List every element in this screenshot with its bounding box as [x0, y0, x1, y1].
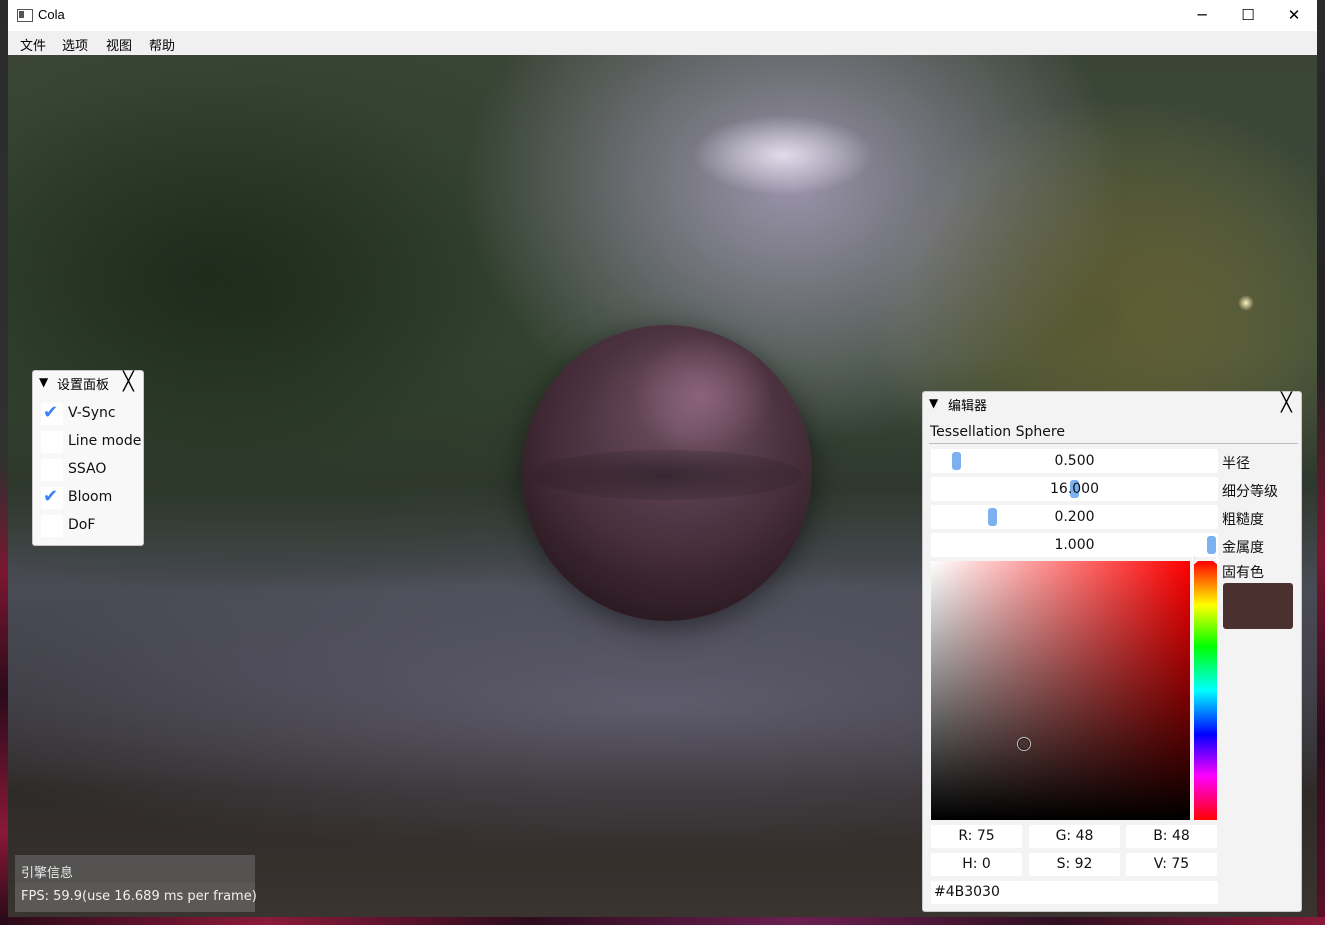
roughness-slider[interactable]: 0.200 [931, 505, 1218, 529]
menu-file[interactable]: 文件 [20, 35, 46, 54]
radius-slider[interactable]: 0.500 [931, 449, 1218, 473]
slider-value: 1.000 [1054, 537, 1095, 553]
checkbox-box[interactable]: ✔ [41, 431, 63, 453]
checkbox-box[interactable]: ✔ [41, 486, 63, 509]
checkbox-box[interactable]: ✔ [41, 515, 63, 537]
checkbox-box[interactable]: ✔ [41, 402, 63, 425]
saturation-value-picker[interactable] [931, 561, 1190, 820]
tessellation-level-label: 细分等级 [1222, 484, 1278, 500]
blue-value: B: 48 [1153, 828, 1190, 844]
menu-view[interactable]: 视图 [106, 35, 132, 54]
albedo-color-label: 固有色 [1222, 565, 1264, 581]
desktop-background-left [0, 0, 8, 925]
settings-panel-header[interactable]: ▼ 设置面板 ╳ [33, 371, 143, 395]
settings-panel-title: 设置面板 [57, 378, 110, 393]
metallic-slider[interactable]: 1.000 [931, 533, 1218, 557]
saturation-value: S: 92 [1056, 856, 1093, 872]
value-value: V: 75 [1153, 856, 1190, 872]
editor-panel: ▼ 编辑器 ╳ Tessellation Sphere 0.500 半径 16.… [922, 391, 1302, 912]
close-icon[interactable]: ╳ [1281, 394, 1292, 412]
close-window-button[interactable]: ✕ [1271, 0, 1317, 31]
saturation-input[interactable]: S: 92 [1029, 853, 1120, 876]
divider [929, 443, 1298, 444]
value-input[interactable]: V: 75 [1126, 853, 1217, 876]
mouse-pointer-icon [1193, 555, 1198, 564]
checkbox-label: SSAO [68, 461, 107, 477]
hue-input[interactable]: H: 0 [931, 853, 1022, 876]
hex-value: #4B3030 [934, 884, 1000, 900]
engine-info-body: FPS: 59.9(use 16.689 ms per frame) [15, 883, 257, 912]
menu-options[interactable]: 选项 [62, 35, 88, 54]
editor-panel-header[interactable]: ▼ 编辑器 ╳ [923, 392, 1301, 416]
settings-panel: ▼ 设置面板 ╳ ✔ V-Sync ✔ Line mode ✔ SSAO ✔ B… [32, 370, 144, 546]
roughness-label: 粗糙度 [1222, 512, 1264, 528]
editor-panel-title: 编辑器 [948, 399, 988, 414]
blue-input[interactable]: B: 48 [1126, 825, 1217, 848]
green-input[interactable]: G: 48 [1029, 825, 1120, 848]
checkmark-icon: ✔ [43, 402, 59, 423]
tessellation-level-slider[interactable]: 16.000 [931, 477, 1218, 501]
radius-label: 半径 [1222, 456, 1250, 472]
color-swatch[interactable] [1223, 583, 1293, 629]
menu-bar: 文件 选项 视图 帮助 [8, 31, 1317, 56]
minimize-button[interactable]: ─ [1179, 0, 1225, 31]
checkbox-label: DoF [68, 517, 96, 533]
menu-help[interactable]: 帮助 [149, 35, 175, 54]
collapse-arrow-icon[interactable]: ▼ [929, 396, 938, 410]
title-bar[interactable]: Cola ─ ☐ ✕ [8, 0, 1317, 31]
close-icon[interactable]: ╳ [123, 373, 134, 391]
object-name: Tessellation Sphere [930, 424, 1065, 440]
sphere-reflection [532, 450, 802, 500]
checkbox-box[interactable]: ✔ [41, 459, 63, 481]
red-value: R: 75 [958, 828, 995, 844]
engine-info-panel: 引擎信息 FPS: 59.9(use 16.689 ms per frame) [15, 855, 257, 912]
slider-value: 16.000 [1050, 481, 1099, 497]
green-value: G: 48 [1055, 828, 1094, 844]
checkbox-label: Bloom [68, 489, 113, 505]
fps-readout: FPS: 59.9(use 16.689 ms per frame) [21, 889, 257, 904]
checkmark-icon: ✔ [43, 486, 59, 507]
hue-value: H: 0 [962, 856, 991, 872]
color-picker-cursor[interactable] [1018, 738, 1030, 750]
maximize-button[interactable]: ☐ [1225, 0, 1271, 31]
slider-value: 0.200 [1054, 509, 1095, 525]
app-icon [17, 9, 33, 22]
metallic-label: 金属度 [1222, 540, 1264, 556]
collapse-arrow-icon[interactable]: ▼ [39, 375, 48, 389]
window-title: Cola [38, 7, 65, 22]
red-input[interactable]: R: 75 [931, 825, 1022, 848]
engine-info-title: 引擎信息 [21, 866, 74, 881]
desktop-background-right [1317, 0, 1325, 925]
hex-color-input[interactable]: #4B3030 [931, 881, 1218, 904]
slider-value: 0.500 [1054, 453, 1095, 469]
checkbox-label: Line mode [68, 433, 142, 449]
hue-slider[interactable] [1194, 561, 1217, 820]
desktop-background-bottom [0, 917, 1325, 925]
scene-lamp [1238, 295, 1254, 311]
hue-marker-right[interactable] [1213, 556, 1219, 566]
checkbox-label: V-Sync [68, 405, 116, 421]
engine-info-header[interactable]: 引擎信息 [15, 855, 255, 883]
